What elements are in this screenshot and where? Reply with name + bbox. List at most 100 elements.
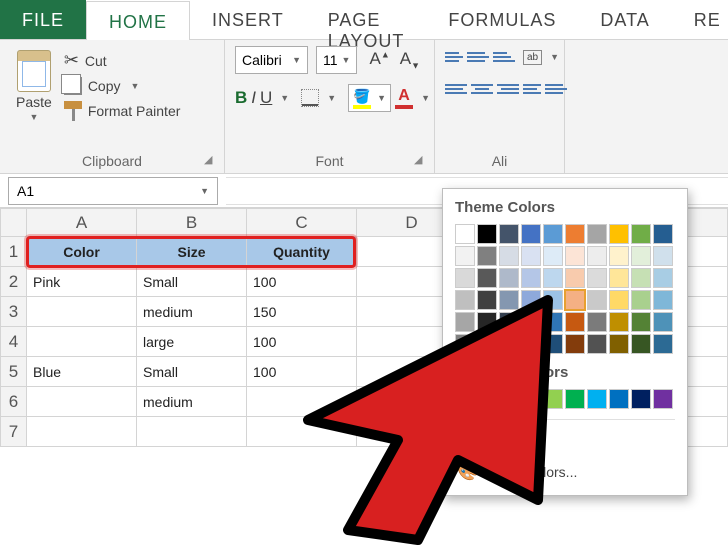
color-swatch[interactable]: [609, 389, 629, 409]
row-header-1[interactable]: 1: [1, 237, 27, 267]
color-swatch[interactable]: [455, 290, 475, 310]
align-center-button[interactable]: [471, 78, 493, 100]
color-swatch[interactable]: [477, 290, 497, 310]
dialog-launcher-icon[interactable]: ◢: [204, 153, 218, 167]
cell-c1[interactable]: Quantity: [247, 237, 357, 267]
color-swatch[interactable]: [587, 268, 607, 288]
color-swatch[interactable]: [455, 246, 475, 266]
dialog-launcher-icon[interactable]: ◢: [414, 153, 428, 167]
shrink-font-button[interactable]: A▼: [396, 47, 424, 72]
tab-page-layout[interactable]: PAGE LAYOUT: [306, 0, 427, 39]
color-swatch[interactable]: [477, 246, 497, 266]
tab-data[interactable]: DATA: [578, 0, 671, 39]
color-swatch[interactable]: [631, 389, 651, 409]
color-swatch[interactable]: [565, 334, 585, 354]
row-header-3[interactable]: 3: [1, 297, 27, 327]
paste-button[interactable]: Paste ▼: [10, 46, 58, 126]
color-swatch[interactable]: [455, 334, 475, 354]
cell-a3[interactable]: [27, 297, 137, 327]
color-swatch[interactable]: [521, 290, 541, 310]
color-swatch[interactable]: [477, 312, 497, 332]
font-color-button[interactable]: A: [395, 87, 413, 109]
color-swatch[interactable]: [543, 312, 563, 332]
underline-button[interactable]: U: [260, 84, 272, 112]
format-painter-button[interactable]: Format Painter: [64, 101, 181, 121]
cell-a2[interactable]: Pink: [27, 267, 137, 297]
color-swatch[interactable]: [477, 268, 497, 288]
cell-b6[interactable]: medium: [137, 387, 247, 417]
cell-a7[interactable]: [27, 417, 137, 447]
color-swatch[interactable]: [499, 312, 519, 332]
cell-a6[interactable]: [27, 387, 137, 417]
align-bottom-button[interactable]: [493, 46, 515, 68]
color-swatch[interactable]: [455, 312, 475, 332]
color-swatch[interactable]: [499, 224, 519, 244]
color-swatch[interactable]: [543, 334, 563, 354]
color-swatch[interactable]: [521, 389, 541, 409]
borders-button[interactable]: [301, 84, 319, 112]
bold-button[interactable]: B: [235, 84, 247, 112]
color-swatch[interactable]: [631, 224, 651, 244]
color-swatch[interactable]: [543, 268, 563, 288]
color-swatch[interactable]: [587, 224, 607, 244]
cell-b4[interactable]: large: [137, 327, 247, 357]
color-swatch[interactable]: [521, 246, 541, 266]
chevron-down-icon[interactable]: ▼: [29, 112, 38, 122]
color-swatch[interactable]: [499, 246, 519, 266]
color-swatch[interactable]: [609, 224, 629, 244]
cell-c4[interactable]: 100: [247, 327, 357, 357]
color-swatch[interactable]: [455, 389, 475, 409]
row-header-7[interactable]: 7: [1, 417, 27, 447]
color-swatch[interactable]: [477, 224, 497, 244]
color-swatch[interactable]: [631, 334, 651, 354]
align-middle-button[interactable]: [467, 46, 489, 68]
grow-font-button[interactable]: A▲: [365, 47, 393, 72]
color-swatch[interactable]: [499, 268, 519, 288]
cell-c5[interactable]: 100: [247, 357, 357, 387]
orientation-button[interactable]: ab▼: [523, 46, 559, 68]
more-colors-button[interactable]: 🎨More Colors...: [455, 456, 675, 487]
tab-file[interactable]: FILE: [0, 0, 86, 39]
no-fill-button[interactable]: No Fill: [455, 428, 675, 456]
color-swatch[interactable]: [455, 224, 475, 244]
color-swatch[interactable]: [521, 268, 541, 288]
italic-button[interactable]: I: [251, 84, 256, 112]
chevron-down-icon[interactable]: ▼: [377, 93, 386, 103]
cell-b1[interactable]: Size: [137, 237, 247, 267]
tab-insert[interactable]: INSERT: [190, 0, 306, 39]
font-size-select[interactable]: 11▼: [316, 46, 357, 74]
color-swatch[interactable]: [631, 246, 651, 266]
cell-c2[interactable]: 100: [247, 267, 357, 297]
row-header-6[interactable]: 6: [1, 387, 27, 417]
row-header-5[interactable]: 5: [1, 357, 27, 387]
color-swatch[interactable]: [565, 224, 585, 244]
indent-increase-button[interactable]: [545, 78, 567, 100]
name-box[interactable]: A1▼: [8, 177, 218, 205]
color-swatch[interactable]: [521, 224, 541, 244]
fill-color-button[interactable]: 🪣 ▼: [348, 84, 391, 112]
color-swatch[interactable]: [587, 312, 607, 332]
indent-decrease-button[interactable]: [523, 78, 541, 100]
color-swatch[interactable]: [587, 389, 607, 409]
chevron-down-icon[interactable]: ▼: [280, 93, 289, 103]
color-swatch[interactable]: [565, 312, 585, 332]
color-swatch[interactable]: [631, 312, 651, 332]
color-swatch[interactable]: [477, 389, 497, 409]
tab-review[interactable]: RE: [672, 0, 728, 39]
align-left-button[interactable]: [445, 78, 467, 100]
color-swatch[interactable]: [587, 334, 607, 354]
font-name-select[interactable]: Calibri▼: [235, 46, 308, 74]
cell-b5[interactable]: Small: [137, 357, 247, 387]
color-swatch[interactable]: [609, 268, 629, 288]
col-header-c[interactable]: C: [247, 209, 357, 237]
color-swatch[interactable]: [499, 290, 519, 310]
color-swatch[interactable]: [543, 389, 563, 409]
color-swatch[interactable]: [631, 268, 651, 288]
color-swatch[interactable]: [609, 290, 629, 310]
cell-b7[interactable]: [137, 417, 247, 447]
chevron-down-icon[interactable]: ▼: [421, 93, 430, 103]
color-swatch[interactable]: [543, 246, 563, 266]
select-all-corner[interactable]: [1, 209, 27, 237]
cell-a5[interactable]: Blue: [27, 357, 137, 387]
cell-c6[interactable]: [247, 387, 357, 417]
